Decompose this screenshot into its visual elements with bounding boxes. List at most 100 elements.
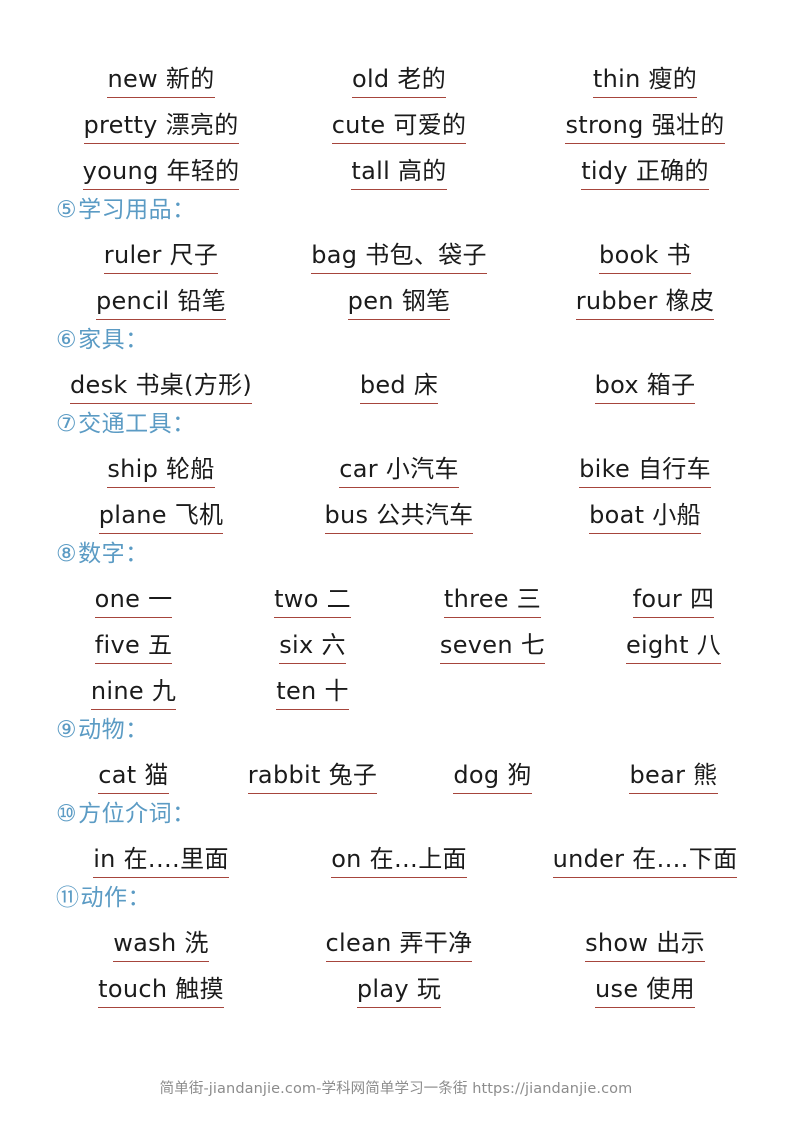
word-entry: ten 十 [276, 676, 349, 710]
word-cell: play 玩 [274, 962, 518, 1008]
sections-container: ⑤学习用品： ruler 尺子 bag 书包、袋子 book 书 pencil 铅笔 pe… [30, 194, 762, 1008]
word-entry: new 新的 [107, 64, 215, 98]
word-entry: dog 狗 [453, 760, 532, 794]
word-row: plane 飞机 bus 公共汽车 boat 小船 [30, 488, 762, 534]
word-cell: show 出示 [518, 916, 762, 962]
word-cell: two 二 [213, 572, 396, 618]
section-⑪: ⑪动作： wash 洗 clean 弄干净 show 出示 touch 触摸 play 玩… [30, 882, 762, 1008]
word-cell: desk 书桌(方形) [30, 358, 274, 404]
section-heading-label: 数字： [78, 541, 149, 567]
section-heading-label: 动作： [80, 885, 151, 911]
word-row: one 一 two 二 three 三 four 四 [30, 572, 762, 618]
word-entry: bag 书包、袋子 [311, 240, 487, 274]
word-cell: one 一 [30, 572, 213, 618]
word-cell: ten 十 [213, 664, 396, 710]
word-cell: ship 轮船 [30, 442, 274, 488]
word-entry: five 五 [94, 630, 173, 664]
word-entry: in 在.…里面 [93, 844, 229, 878]
word-cell: five 五 [30, 618, 213, 664]
section-heading: ⑪动作： [56, 882, 762, 914]
word-entry: pen 钢笔 [347, 286, 451, 320]
word-entry: three 三 [443, 584, 542, 618]
section-⑥: ⑥家具： desk 书桌(方形) bed 床 box 箱子 [30, 324, 762, 404]
section-heading-label: 方位介词： [78, 801, 196, 827]
word-cell: young 年轻的 [30, 144, 274, 190]
word-cell: bag 书包、袋子 [274, 228, 518, 274]
word-row: in 在.…里面 on 在…上面 under 在.…下面 [30, 832, 762, 878]
word-entry: clean 弄干净 [325, 928, 473, 962]
circled-number-icon: ⑪ [56, 885, 80, 911]
word-cell: car 小汽车 [274, 442, 518, 488]
section-heading: ⑧数字： [56, 538, 762, 570]
word-entry: on 在…上面 [331, 844, 467, 878]
word-cell: boat 小船 [518, 488, 762, 534]
word-entry: desk 书桌(方形) [69, 370, 253, 404]
word-cell: pretty 漂亮的 [30, 98, 274, 144]
word-cell: under 在.…下面 [518, 832, 762, 878]
section-heading-label: 家具： [78, 327, 149, 353]
word-entry: show 出示 [585, 928, 705, 962]
word-row: ship 轮船 car 小汽车 bike 自行车 [30, 442, 762, 488]
adjectives-word-group: new 新的 old 老的 thin 瘦的 pretty 漂亮的 cute 可爱的 str… [30, 52, 762, 190]
word-entry: box 箱子 [594, 370, 696, 404]
worksheet-page: new 新的 old 老的 thin 瘦的 pretty 漂亮的 cute 可爱的 str… [0, 0, 792, 1122]
word-entry: cute 可爱的 [331, 110, 467, 144]
section-⑤: ⑤学习用品： ruler 尺子 bag 书包、袋子 book 书 pencil 铅笔 pe… [30, 194, 762, 320]
word-cell: six 六 [213, 618, 396, 664]
word-cell: clean 弄干净 [274, 916, 518, 962]
word-entry: young 年轻的 [82, 156, 240, 190]
word-cell: four 四 [579, 572, 762, 618]
circled-number-icon: ⑦ [56, 411, 78, 437]
word-row: wash 洗 clean 弄干净 show 出示 [30, 916, 762, 962]
word-entry: cat 猫 [98, 760, 169, 794]
word-row: touch 触摸 play 玩 use 使用 [30, 962, 762, 1008]
word-cell: new 新的 [30, 52, 274, 98]
word-cell: cute 可爱的 [274, 98, 518, 144]
circled-number-icon: ⑥ [56, 327, 78, 353]
word-row: cat 猫 rabbit 兔子 dog 狗 bear 熊 [30, 748, 762, 794]
section-heading: ⑤学习用品： [56, 194, 762, 226]
section-heading: ⑨动物： [56, 714, 762, 746]
word-cell: seven 七 [396, 618, 579, 664]
circled-number-icon: ⑧ [56, 541, 78, 567]
word-cell: rabbit 兔子 [213, 748, 396, 794]
word-cell: bus 公共汽车 [274, 488, 518, 534]
section-⑩: ⑩方位介词： in 在.…里面 on 在…上面 under 在.…下面 [30, 798, 762, 878]
word-row: nine 九 ten 十 [30, 664, 762, 710]
word-entry: touch 触摸 [98, 974, 224, 1008]
section-⑧: ⑧数字： one 一 two 二 three 三 four 四 five 五 six 六 se… [30, 538, 762, 710]
word-cell [579, 664, 762, 710]
word-entry: nine 九 [90, 676, 177, 710]
word-cell: tidy 正确的 [518, 144, 762, 190]
word-row: five 五 six 六 seven 七 eight 八 [30, 618, 762, 664]
word-entry: tall 高的 [351, 156, 447, 190]
word-cell: three 三 [396, 572, 579, 618]
word-entry: boat 小船 [589, 500, 701, 534]
word-entry: one 一 [94, 584, 173, 618]
word-cell: ruler 尺子 [30, 228, 274, 274]
word-entry: six 六 [279, 630, 346, 664]
word-entry: pencil 铅笔 [95, 286, 227, 320]
section-⑨: ⑨动物： cat 猫 rabbit 兔子 dog 狗 bear 熊 [30, 714, 762, 794]
word-entry: use 使用 [595, 974, 695, 1008]
word-cell: bed 床 [274, 358, 518, 404]
word-entry: seven 七 [439, 630, 546, 664]
word-cell: use 使用 [518, 962, 762, 1008]
word-cell: book 书 [518, 228, 762, 274]
word-entry: book 书 [599, 240, 691, 274]
word-entry: bike 自行车 [579, 454, 711, 488]
word-entry: tidy 正确的 [581, 156, 709, 190]
word-entry: bus 公共汽车 [324, 500, 474, 534]
section-⑦: ⑦交通工具： ship 轮船 car 小汽车 bike 自行车 plane 飞机 bus … [30, 408, 762, 534]
word-row: new 新的 old 老的 thin 瘦的 [30, 52, 762, 98]
word-entry: eight 八 [625, 630, 722, 664]
word-entry: plane 飞机 [98, 500, 224, 534]
word-cell: eight 八 [579, 618, 762, 664]
section-heading: ⑦交通工具： [56, 408, 762, 440]
word-cell: plane 飞机 [30, 488, 274, 534]
word-entry: bear 熊 [629, 760, 718, 794]
word-entry: four 四 [632, 584, 715, 618]
word-cell: strong 强壮的 [518, 98, 762, 144]
word-entry: ruler 尺子 [103, 240, 219, 274]
word-entry: wash 洗 [113, 928, 209, 962]
